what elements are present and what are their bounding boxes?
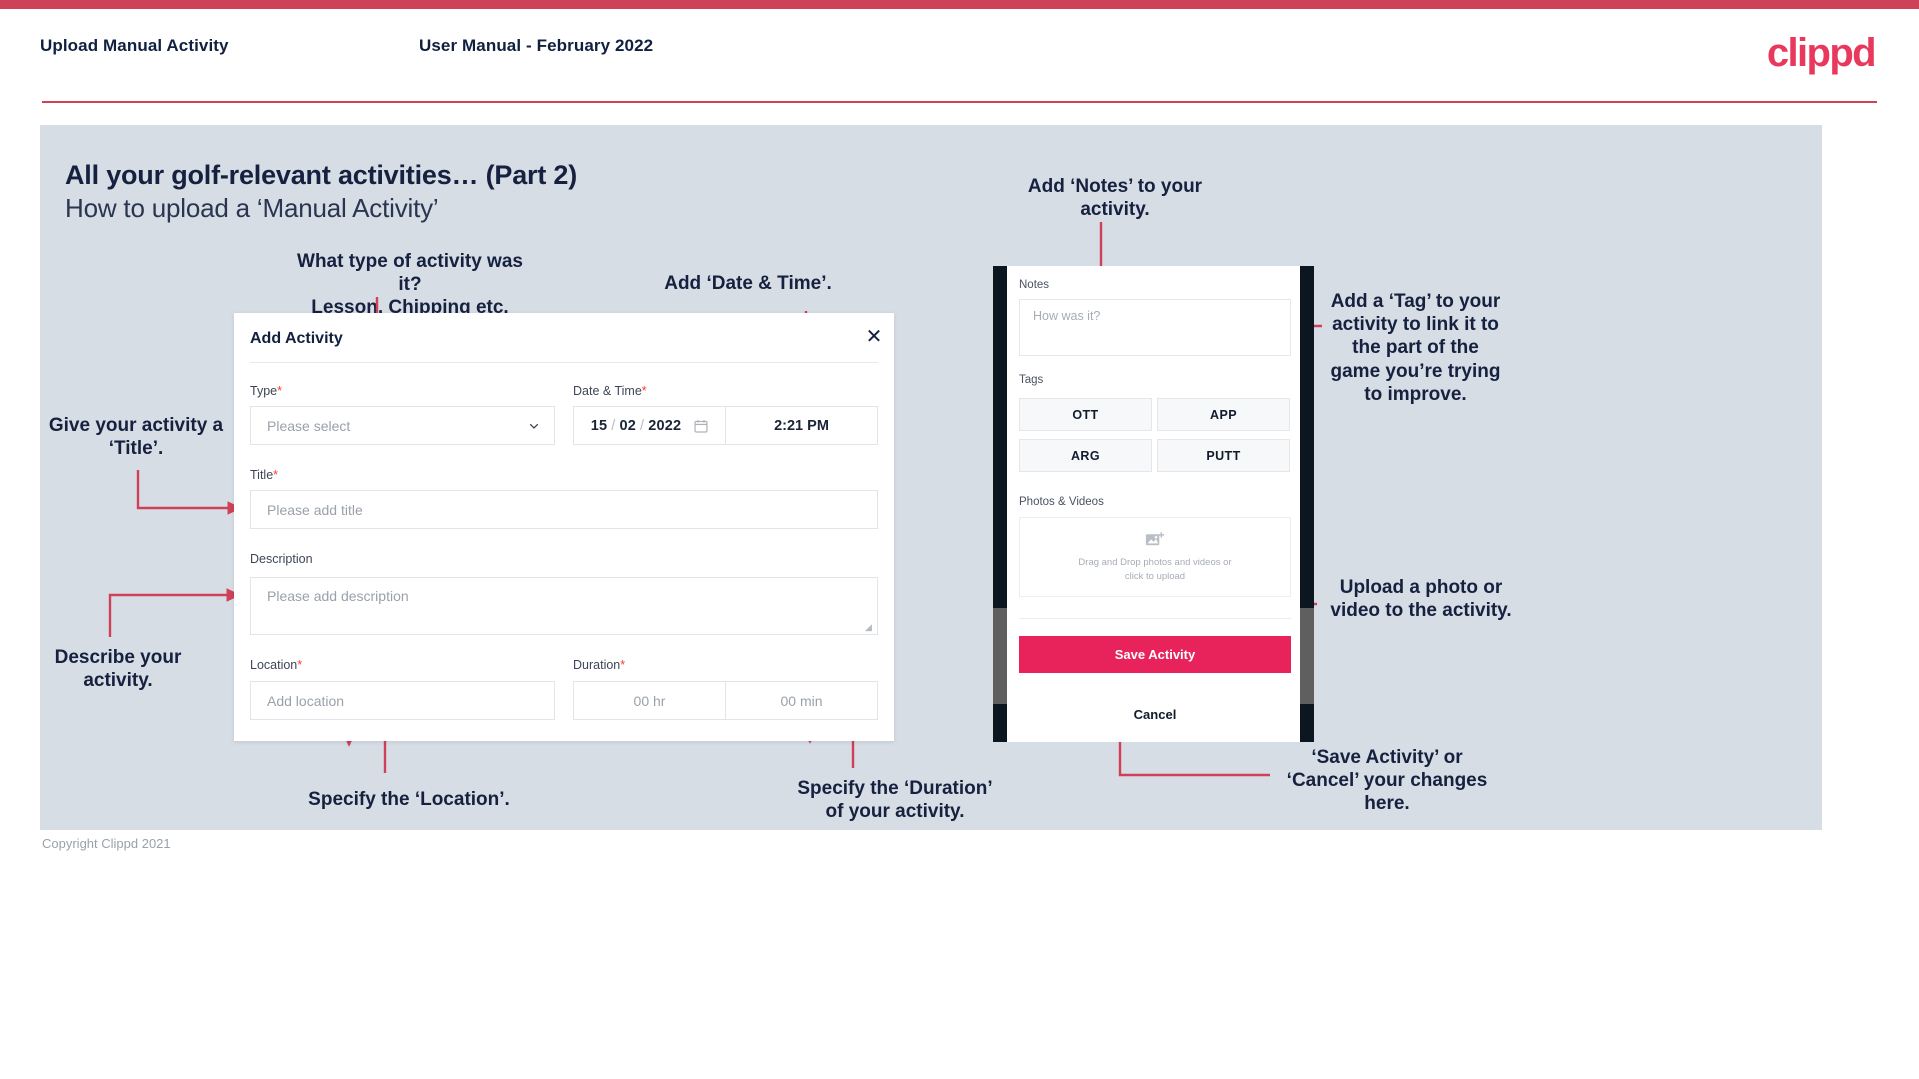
annotation-duration: Specify the ‘Duration’ of your activity. [797, 778, 993, 823]
add-image-icon [1145, 531, 1164, 545]
duration-hours-value: 00 hr [633, 692, 666, 709]
time-value: 2:21 PM [774, 417, 829, 434]
date-month: 02 [619, 417, 636, 434]
dropzone-line-1: Drag and Drop photos and videos or [1078, 556, 1232, 568]
type-label-text: Type [250, 384, 278, 398]
duration-minutes-value: 00 min [780, 692, 823, 709]
clippd-logo: clippd [1766, 31, 1877, 75]
photos-videos-label: Photos & Videos [1019, 496, 1104, 508]
page-subtitle: How to upload a ‘Manual Activity’ [65, 193, 439, 223]
dropzone-line-2: click to upload [1124, 570, 1186, 582]
tag-button-putt[interactable]: PUTT [1157, 439, 1290, 472]
tag-button-arg[interactable]: ARG [1019, 439, 1152, 472]
phone-divider [1019, 618, 1291, 619]
phone-bezel-left [993, 266, 1007, 742]
notes-placeholder: How was it? [1033, 309, 1101, 323]
chevron-down-icon [529, 423, 539, 429]
slide-panel-right-ext [1504, 125, 1822, 830]
top-brand-bar [0, 0, 1919, 9]
duration-label: Duration* [573, 658, 625, 672]
annotation-datetime: Add ‘Date & Time’. [664, 273, 832, 294]
location-placeholder: Add location [267, 692, 345, 709]
slide-root: Upload Manual Activity User Manual - Feb… [0, 0, 1919, 1079]
description-label: Description [250, 552, 313, 566]
tag-label-putt: PUTT [1206, 448, 1241, 463]
annotation-description: Describe your activity. [54, 647, 182, 692]
calendar-icon[interactable] [694, 419, 708, 433]
title-input[interactable]: Please add title [250, 490, 878, 529]
annotation-save: ‘Save Activity’ or ‘Cancel’ your changes h… [1286, 747, 1488, 815]
time-input[interactable]: 2:21 PM [726, 407, 877, 444]
footer-copyright: Copyright Clippd 2021 [42, 836, 171, 851]
duration-label-text: Duration [573, 658, 621, 672]
type-required-mark: * [277, 384, 282, 398]
annotation-location: Specify the ‘Location’. [308, 789, 510, 810]
type-select[interactable]: Please select [250, 406, 555, 445]
tag-label-app: APP [1210, 407, 1237, 422]
resize-grip-icon[interactable]: ◢ [865, 623, 874, 632]
type-placeholder: Please select [267, 417, 351, 434]
header-center-title: User Manual - February 2022 [419, 36, 654, 55]
dialog-title: Add Activity [250, 330, 343, 347]
date-input[interactable]: 15 / 02 / 2022 [574, 407, 726, 444]
phone-bezel-right-grey [1300, 608, 1314, 704]
header-divider [42, 101, 1877, 103]
date-sep-2: / [640, 417, 645, 434]
tag-button-ott[interactable]: OTT [1019, 398, 1152, 431]
notes-label: Notes [1019, 279, 1050, 291]
description-textarea[interactable]: Please add description ◢ [250, 577, 878, 635]
tag-label-arg: ARG [1071, 448, 1100, 463]
annotation-type: What type of activity was it? Lesson, Chi… [297, 251, 523, 319]
annotation-title: Give your activity a ‘Title’. [48, 415, 224, 460]
datetime-field[interactable]: 15 / 02 / 2022 2:21 PM [573, 406, 878, 445]
location-input[interactable]: Add location [250, 681, 555, 720]
description-label-text: Description [250, 552, 313, 566]
annotation-upload: Upload a photo or video to the activity. [1330, 577, 1512, 622]
annotation-tags: Add a ‘Tag’ to your activity to link it t… [1330, 291, 1501, 405]
tag-button-app[interactable]: APP [1157, 398, 1290, 431]
tag-label-ott: OTT [1072, 407, 1099, 422]
description-placeholder: Please add description [267, 588, 409, 604]
annotation-notes: Add ‘Notes’ to your activity. [1027, 176, 1203, 221]
duration-required-mark: * [620, 658, 626, 672]
title-label: Title* [250, 468, 278, 482]
location-label: Location* [250, 658, 302, 672]
dialog-divider [250, 362, 878, 363]
page-title: All your golf-relevant activities… (Part… [65, 160, 578, 190]
duration-hours-input[interactable]: 00 hr [574, 682, 726, 719]
datetime-label: Date & Time* [573, 384, 647, 398]
save-activity-button[interactable]: Save Activity [1019, 636, 1291, 673]
close-icon[interactable]: ✕ [863, 326, 885, 348]
title-placeholder: Please add title [267, 501, 363, 518]
title-label-text: Title [250, 468, 274, 482]
notes-textarea[interactable]: How was it? [1019, 299, 1291, 356]
dropzone-text: Drag and Drop photos and videos or click… [1078, 556, 1231, 584]
duration-minutes-input[interactable]: 00 min [726, 682, 877, 719]
phone-bezel-left-grey [993, 608, 1007, 704]
header-left-title: Upload Manual Activity [40, 36, 229, 55]
type-label: Type* [250, 384, 282, 398]
date-year: 2022 [648, 417, 682, 434]
date-sep-1: / [611, 417, 616, 434]
phone-bezel-right [1300, 266, 1314, 742]
title-required-mark: * [273, 468, 279, 482]
datetime-required-mark: * [641, 384, 647, 398]
date-day: 15 [590, 417, 608, 434]
duration-field[interactable]: 00 hr 00 min [573, 681, 878, 720]
datetime-label-text: Date & Time [573, 384, 642, 398]
tags-label: Tags [1019, 374, 1044, 386]
photo-dropzone[interactable]: Drag and Drop photos and videos or click… [1019, 517, 1291, 597]
cancel-button[interactable]: Cancel [1019, 707, 1291, 722]
location-required-mark: * [297, 658, 303, 672]
location-label-text: Location [250, 658, 298, 672]
